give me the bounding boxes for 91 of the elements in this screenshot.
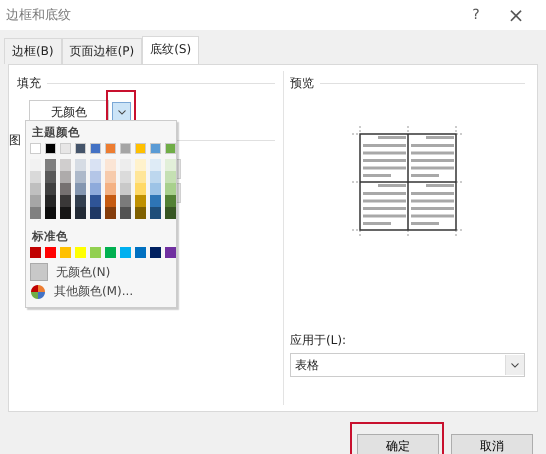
dialog-button[interactable]: 取消	[451, 434, 533, 454]
color-swatch[interactable]	[90, 171, 101, 183]
color-swatch[interactable]	[45, 159, 56, 171]
color-swatch[interactable]	[120, 195, 131, 207]
color-wheel-icon	[30, 284, 46, 300]
color-swatch[interactable]	[105, 207, 116, 219]
color-swatch[interactable]	[60, 247, 71, 258]
color-swatch[interactable]	[105, 159, 116, 171]
more-colors-item[interactable]: 其他颜色(M)...	[30, 282, 134, 301]
color-swatch[interactable]	[120, 247, 131, 258]
color-swatch[interactable]	[60, 207, 71, 219]
tab[interactable]: 底纹(S)	[142, 36, 200, 64]
color-swatch[interactable]	[150, 159, 161, 171]
color-swatch[interactable]	[75, 247, 86, 258]
color-swatch[interactable]	[45, 171, 56, 183]
color-swatch[interactable]	[165, 159, 176, 171]
help-button[interactable]: ?	[456, 7, 496, 23]
color-swatch[interactable]	[120, 159, 131, 171]
color-swatch[interactable]	[45, 207, 56, 219]
color-swatch[interactable]	[60, 143, 71, 154]
color-swatch[interactable]	[30, 143, 41, 154]
section-label: 预览	[290, 75, 314, 92]
color-swatch[interactable]	[105, 183, 116, 195]
color-swatch[interactable]	[120, 207, 131, 219]
color-swatch[interactable]	[135, 143, 146, 154]
dialog-button[interactable]: 确定	[357, 434, 439, 454]
color-swatch[interactable]	[150, 183, 161, 195]
color-swatch[interactable]	[135, 247, 146, 258]
color-swatch[interactable]	[165, 143, 176, 154]
apply-to-label: 应用于(L):	[290, 332, 348, 349]
dropdown-button[interactable]	[112, 102, 131, 122]
color-swatch[interactable]	[75, 143, 86, 154]
color-swatch[interactable]	[60, 159, 71, 171]
color-swatch[interactable]	[165, 207, 176, 219]
color-swatch[interactable]	[165, 247, 176, 258]
color-swatch[interactable]	[45, 143, 56, 154]
color-swatch[interactable]	[120, 143, 131, 154]
color-swatch[interactable]	[150, 247, 161, 258]
color-swatch[interactable]	[30, 247, 41, 258]
apply-to-select[interactable]: 表格	[290, 353, 525, 377]
color-swatch[interactable]	[30, 207, 41, 219]
color-swatch[interactable]	[120, 183, 131, 195]
color-swatch[interactable]	[90, 159, 101, 171]
color-swatch[interactable]	[165, 195, 176, 207]
color-swatch[interactable]	[105, 247, 116, 258]
palette-heading: 标准色	[32, 229, 69, 244]
color-swatch[interactable]	[30, 195, 41, 207]
color-swatch[interactable]	[30, 171, 41, 183]
color-swatch[interactable]	[75, 183, 86, 195]
color-swatch[interactable]	[150, 195, 161, 207]
caret-icon	[118, 110, 126, 114]
color-swatch[interactable]	[135, 195, 146, 207]
section-label: 图	[9, 132, 21, 149]
close-button[interactable]: ×	[496, 3, 536, 27]
color-swatch[interactable]	[135, 207, 146, 219]
color-swatch[interactable]	[75, 195, 86, 207]
color-swatch[interactable]	[135, 171, 146, 183]
color-swatch[interactable]	[90, 183, 101, 195]
color-swatch[interactable]	[60, 171, 71, 183]
color-swatch[interactable]	[30, 183, 41, 195]
tab[interactable]: 页面边框(P)	[62, 38, 142, 64]
color-swatch[interactable]	[105, 195, 116, 207]
color-swatch[interactable]	[120, 171, 131, 183]
color-swatch[interactable]	[90, 247, 101, 258]
caret-icon	[511, 362, 519, 368]
section-label: 填充	[17, 75, 41, 92]
color-swatch[interactable]	[75, 207, 86, 219]
color-swatch[interactable]	[75, 159, 86, 171]
color-swatch[interactable]	[150, 171, 161, 183]
color-swatch[interactable]	[30, 159, 41, 171]
color-swatch[interactable]	[45, 183, 56, 195]
color-swatch[interactable]	[60, 195, 71, 207]
color-swatch[interactable]	[165, 183, 176, 195]
color-swatch[interactable]	[150, 207, 161, 219]
color-swatch[interactable]	[45, 247, 56, 258]
palette-heading: 主题颜色	[32, 125, 81, 140]
color-swatch[interactable]	[105, 171, 116, 183]
color-swatch[interactable]	[90, 207, 101, 219]
color-swatch[interactable]	[90, 143, 101, 154]
color-swatch[interactable]	[165, 171, 176, 183]
no-color-item[interactable]: 无颜色(N)	[30, 262, 110, 282]
color-swatch[interactable]	[90, 195, 101, 207]
color-swatch[interactable]	[60, 183, 71, 195]
color-swatch[interactable]	[150, 143, 161, 154]
color-swatch[interactable]	[135, 159, 146, 171]
window-title: 边框和底纹	[6, 7, 72, 24]
tab[interactable]: 边框(B)	[4, 38, 62, 64]
color-swatch[interactable]	[105, 143, 116, 154]
color-swatch[interactable]	[135, 183, 146, 195]
color-swatch[interactable]	[75, 171, 86, 183]
color-swatch[interactable]	[45, 195, 56, 207]
